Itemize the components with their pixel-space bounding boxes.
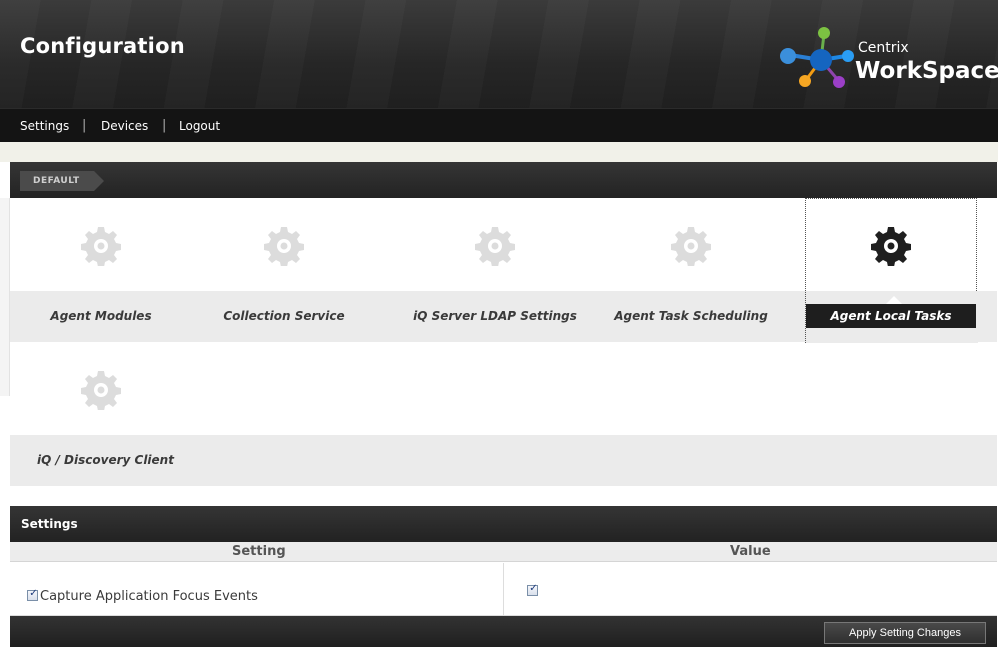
gear-icon bbox=[81, 370, 121, 410]
column-header-value: Value bbox=[730, 544, 771, 559]
module-label: Collection Service bbox=[198, 291, 370, 342]
check-icon: ✓ bbox=[29, 588, 38, 599]
gear-icon bbox=[671, 226, 711, 266]
logo-text-big: WorkSpace bbox=[855, 58, 998, 84]
table-row: ✓ Capture Application Focus Events ✓ bbox=[10, 563, 997, 616]
active-pointer bbox=[886, 296, 902, 304]
setting-checkbox[interactable]: ✓ bbox=[27, 588, 38, 601]
setting-name: Capture Application Focus Events bbox=[40, 589, 258, 604]
module-label: iQ Server LDAP Settings bbox=[409, 291, 581, 342]
settings-footer: Apply Setting Changes bbox=[10, 616, 997, 647]
module-label: Agent Local Tasks bbox=[806, 304, 976, 328]
module-label: iQ / Discovery Client bbox=[15, 435, 187, 486]
module-label-container: Agent Local Tasks bbox=[806, 292, 978, 343]
logo-text-small: Centrix bbox=[858, 40, 909, 56]
page-title: Configuration bbox=[20, 34, 185, 58]
nav-logout-link[interactable]: Logout bbox=[179, 119, 220, 133]
gear-icon bbox=[475, 226, 515, 266]
module-agent-local-tasks[interactable]: Agent Local Tasks bbox=[805, 198, 978, 343]
module-agent-task-scheduling[interactable]: Agent Task Scheduling bbox=[605, 198, 777, 343]
left-edge bbox=[0, 198, 10, 396]
check-icon: ✓ bbox=[529, 583, 538, 594]
nav-settings-link[interactable]: Settings bbox=[20, 119, 69, 133]
apply-setting-changes-button[interactable]: Apply Setting Changes bbox=[824, 622, 986, 644]
settings-section-header: Settings bbox=[10, 506, 997, 542]
settings-table-header: Setting Value bbox=[10, 542, 997, 562]
value-checkbox[interactable]: ✓ bbox=[527, 583, 538, 596]
gear-icon bbox=[264, 226, 304, 266]
nav-separator: | bbox=[82, 118, 87, 133]
module-label: Agent Modules bbox=[15, 291, 187, 342]
column-divider bbox=[503, 563, 504, 616]
column-header-setting: Setting bbox=[232, 544, 286, 559]
gear-icon bbox=[81, 226, 121, 266]
gear-icon bbox=[871, 226, 911, 266]
breadcrumb-default[interactable]: DEFAULT bbox=[20, 171, 104, 191]
breadcrumb-bar: DEFAULT bbox=[10, 162, 997, 198]
module-collection-service[interactable]: Collection Service bbox=[198, 198, 370, 343]
header-divider-strip bbox=[0, 142, 998, 162]
nav-devices-link[interactable]: Devices bbox=[101, 119, 148, 133]
module-agent-modules[interactable]: Agent Modules bbox=[15, 198, 187, 343]
module-label: Agent Task Scheduling bbox=[605, 291, 777, 342]
module-iq-server-ldap-settings[interactable]: iQ Server LDAP Settings bbox=[409, 198, 581, 343]
nav-separator: | bbox=[162, 118, 167, 133]
top-nav: Settings | Devices | Logout bbox=[0, 108, 998, 142]
module-iq-discovery-client[interactable]: iQ / Discovery Client bbox=[15, 342, 187, 487]
